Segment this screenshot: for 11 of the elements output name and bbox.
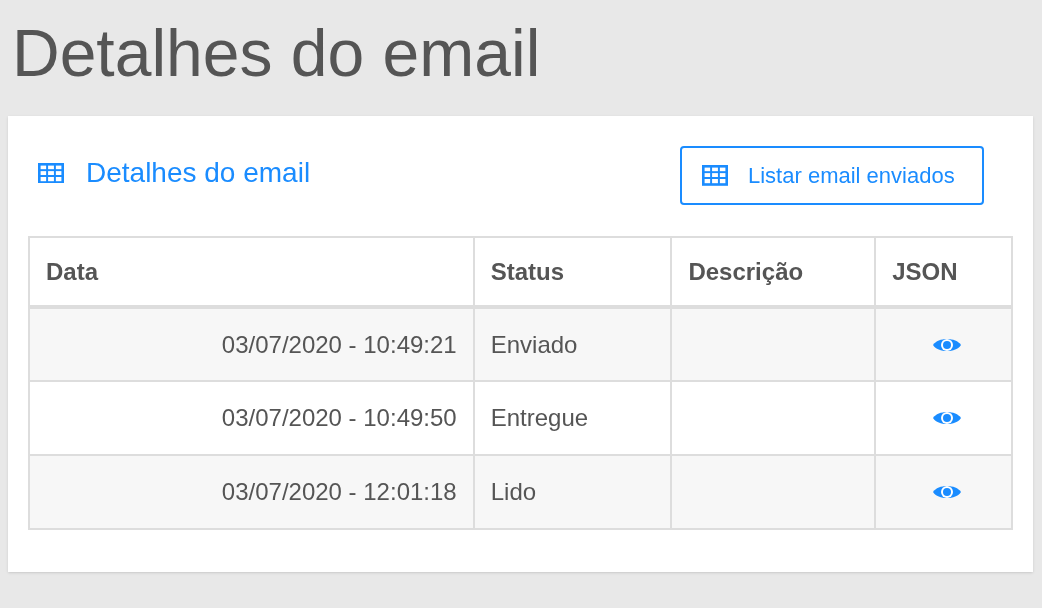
table-icon — [702, 165, 728, 186]
page-title: Detalhes do email — [11, 15, 542, 92]
card-title: Detalhes do email — [86, 156, 311, 190]
list-sent-emails-button[interactable]: Listar email enviados — [680, 146, 984, 205]
column-header: Descrição — [671, 237, 876, 307]
table-cell: Lido — [473, 455, 672, 529]
column-header: Status — [473, 237, 672, 307]
column-header: JSON — [875, 237, 1012, 307]
table-cell: 03/07/2020 - 12:01:18 — [29, 455, 474, 529]
column-header: Data — [29, 237, 474, 307]
table-icon — [38, 162, 64, 184]
